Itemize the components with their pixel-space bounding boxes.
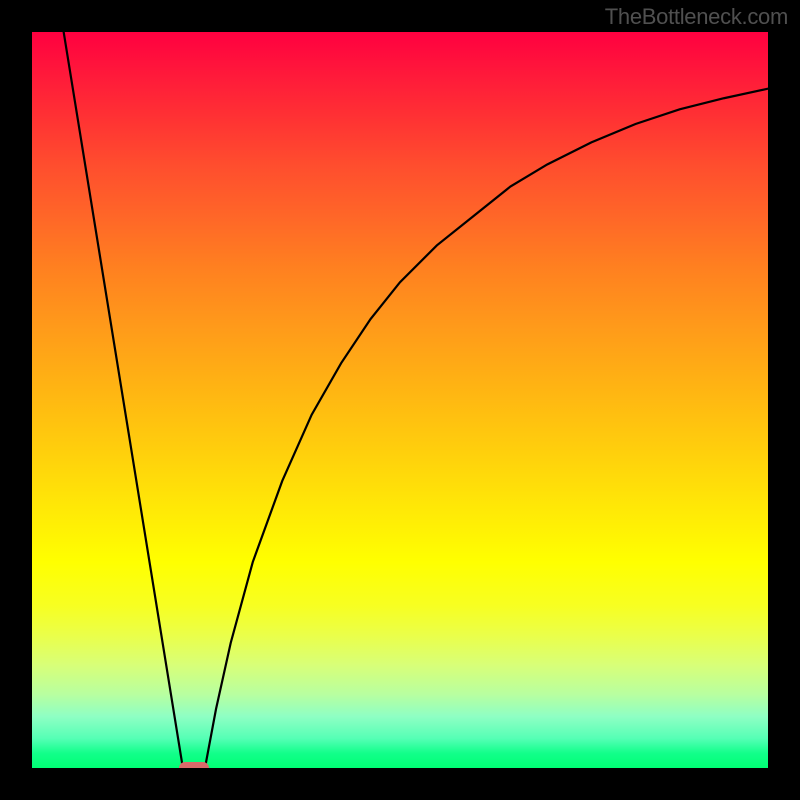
bottleneck-marker xyxy=(179,762,209,768)
chart-frame: TheBottleneck.com xyxy=(0,0,800,800)
plot-area xyxy=(32,32,768,768)
left-linear-segment xyxy=(64,32,183,768)
curve-layer xyxy=(32,32,768,768)
right-curve-segment xyxy=(205,89,768,768)
watermark-text: TheBottleneck.com xyxy=(605,4,788,30)
